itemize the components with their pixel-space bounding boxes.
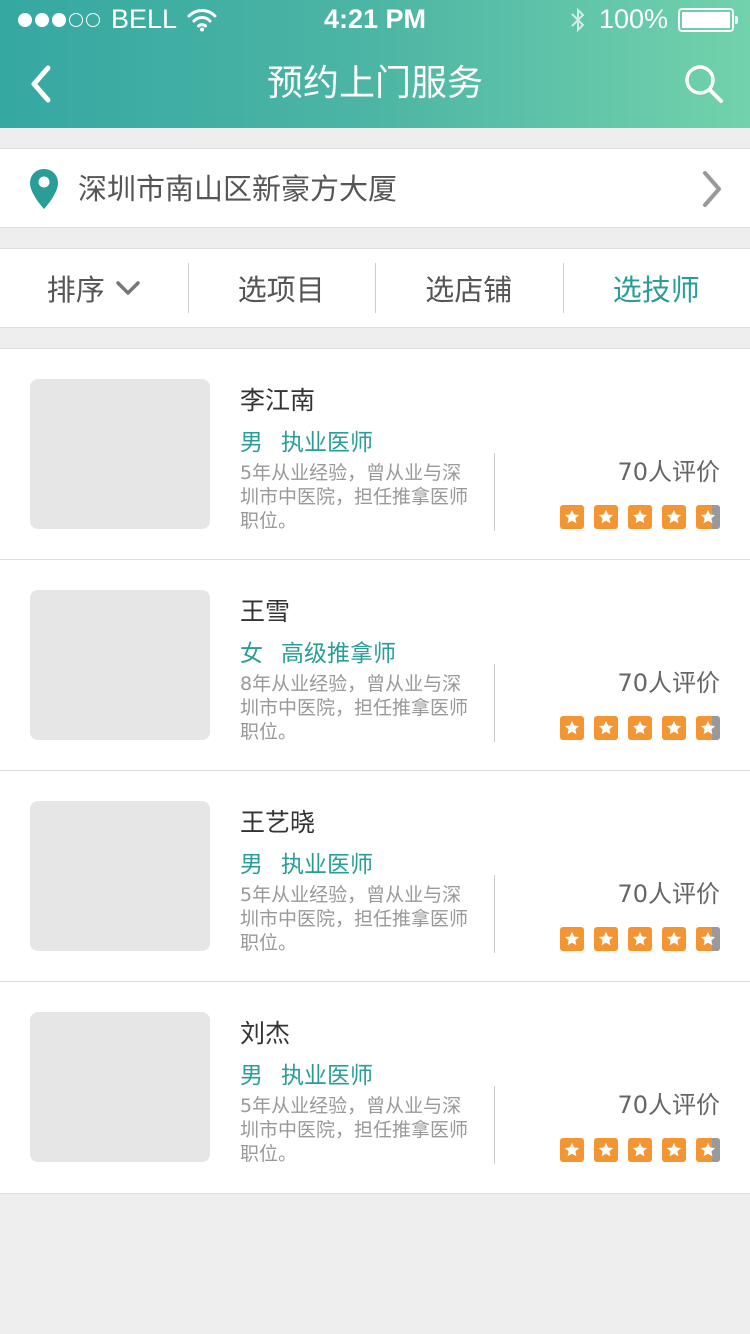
star-icon [662, 716, 686, 740]
technician-list: 李江南 男执业医师 5年从业经验，曾从业与深圳市中医院，担任推拿医师职位。 70… [0, 348, 750, 1194]
star-icon [560, 716, 584, 740]
review-count: 70人评价 [617, 1091, 720, 1119]
technician-gender: 男 [240, 1063, 263, 1089]
filter-technician-label: 选技师 [612, 273, 700, 307]
review-count: 70人评价 [617, 880, 720, 908]
star-icon [560, 505, 584, 529]
filter-store-label: 选店铺 [425, 273, 513, 307]
avatar [30, 801, 210, 951]
filter-sort[interactable]: 排序 [0, 249, 188, 327]
technician-gender: 男 [240, 430, 263, 456]
technician-role: 男执业医师 [240, 1060, 373, 1092]
technician-role: 男执业医师 [240, 849, 373, 881]
technician-gender: 男 [240, 852, 263, 878]
star-rating [550, 716, 720, 740]
star-icon [594, 927, 618, 951]
technician-name: 王艺晓 [240, 808, 316, 837]
technician-title: 高级推拿师 [281, 641, 396, 667]
star-icon [594, 1138, 618, 1162]
location-address: 深圳市南山区新豪方大厦 [78, 172, 398, 206]
technician-description: 5年从业经验，曾从业与深圳市中医院，担任推拿医师职位。 [240, 884, 469, 954]
search-button[interactable] [682, 62, 726, 106]
star-icon [560, 1138, 584, 1162]
star-icon [628, 505, 652, 529]
chevron-down-icon [116, 281, 140, 295]
star-icon [696, 716, 720, 740]
bluetooth-icon [571, 7, 585, 32]
avatar [30, 379, 210, 529]
star-icon [628, 1138, 652, 1162]
technician-name: 李江南 [240, 386, 316, 415]
technician-role: 男执业医师 [240, 427, 373, 459]
technician-description: 8年从业经验，曾从业与深圳市中医院，担任推拿医师职位。 [240, 673, 469, 743]
divider [494, 664, 495, 742]
star-icon [696, 927, 720, 951]
technician-name: 王雪 [240, 597, 291, 626]
divider [494, 1086, 495, 1164]
map-pin-icon [30, 169, 58, 209]
technician-role: 女高级推拿师 [240, 638, 396, 670]
chevron-right-icon [703, 171, 721, 207]
battery-percentage: 100% [598, 4, 668, 34]
filter-project[interactable]: 选项目 [187, 249, 376, 327]
technician-gender: 女 [240, 641, 263, 667]
star-icon [628, 927, 652, 951]
star-icon [628, 716, 652, 740]
star-icon [560, 927, 584, 951]
filter-sort-label: 排序 [46, 273, 105, 307]
search-icon [685, 65, 723, 103]
technician-title: 执业医师 [281, 852, 373, 878]
technician-description: 5年从业经验，曾从业与深圳市中医院，担任推拿医师职位。 [240, 1095, 469, 1165]
star-rating [550, 505, 720, 529]
technician-title: 执业医师 [281, 430, 373, 456]
divider [494, 875, 495, 953]
star-icon [696, 1138, 720, 1162]
review-count: 70人评价 [617, 458, 720, 486]
avatar [30, 1012, 210, 1162]
star-rating [550, 927, 720, 951]
star-icon [696, 505, 720, 529]
technician-description: 5年从业经验，曾从业与深圳市中医院，担任推拿医师职位。 [240, 462, 469, 532]
technician-card[interactable]: 王雪 女高级推拿师 8年从业经验，曾从业与深圳市中医院，担任推拿医师职位。 70… [0, 560, 750, 771]
technician-card[interactable]: 刘杰 男执业医师 5年从业经验，曾从业与深圳市中医院，担任推拿医师职位。 70人… [0, 982, 750, 1193]
technician-card[interactable]: 李江南 男执业医师 5年从业经验，曾从业与深圳市中医院，担任推拿医师职位。 70… [0, 349, 750, 560]
star-icon [662, 927, 686, 951]
star-icon [662, 505, 686, 529]
filter-bar: 排序 选项目 选店铺 选技师 [0, 248, 750, 328]
review-count: 70人评价 [617, 669, 720, 697]
status-right: 100% [569, 4, 738, 35]
page-title: 预约上门服务 [266, 63, 483, 104]
divider [494, 453, 495, 531]
star-icon [662, 1138, 686, 1162]
filter-technician[interactable]: 选技师 [562, 249, 750, 327]
technician-card[interactable]: 王艺晓 男执业医师 5年从业经验，曾从业与深圳市中医院，担任推拿医师职位。 70… [0, 771, 750, 982]
nav-bar: 预约上门服务 [0, 40, 750, 128]
star-icon [594, 716, 618, 740]
status-bar: BELL 4:21 PM 100% [0, 0, 750, 40]
filter-project-label: 选项目 [237, 273, 325, 307]
technician-title: 执业医师 [281, 1063, 373, 1089]
technician-name: 刘杰 [240, 1019, 291, 1048]
star-rating [550, 1138, 720, 1162]
location-selector[interactable]: 深圳市南山区新豪方大厦 [0, 148, 750, 228]
filter-store[interactable]: 选店铺 [375, 249, 563, 327]
battery-icon [678, 7, 738, 32]
avatar [30, 590, 210, 740]
header: BELL 4:21 PM 100% 预约上门服务 [0, 0, 750, 128]
star-icon [594, 505, 618, 529]
